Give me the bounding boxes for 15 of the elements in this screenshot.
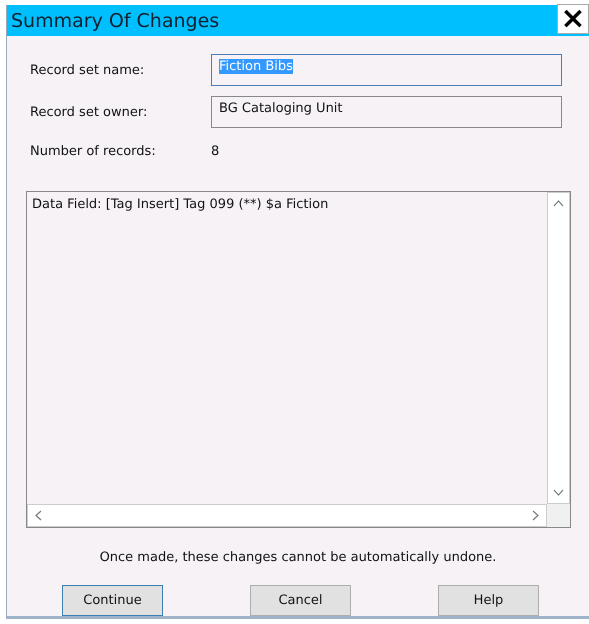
text-field[interactable]: BG Cataloging Unit — [211, 96, 562, 128]
field-label: Record set name: — [30, 62, 146, 78]
horizontal-scrollbar[interactable] — [27, 504, 547, 527]
close-button[interactable]: × — [557, 4, 589, 34]
warning-message: Once made, these changes cannot be automatically undone. — [98, 550, 498, 565]
window-title: Summary Of Changes — [11, 10, 220, 32]
scrollbar-corner — [547, 504, 570, 527]
dialog-button[interactable]: Help — [438, 585, 539, 616]
dialog-button[interactable]: Cancel — [250, 585, 351, 616]
dialog-button[interactable]: Continue — [62, 585, 163, 616]
field-label: Number of records: — [30, 144, 157, 158]
change-entry[interactable]: Data Field: [Tag Insert] Tag 099 (**) $a Fiction — [32, 197, 542, 212]
vertical-scrollbar[interactable] — [547, 192, 570, 504]
field-label: Record set owner: — [30, 104, 148, 120]
record-count: 8 — [211, 144, 220, 158]
